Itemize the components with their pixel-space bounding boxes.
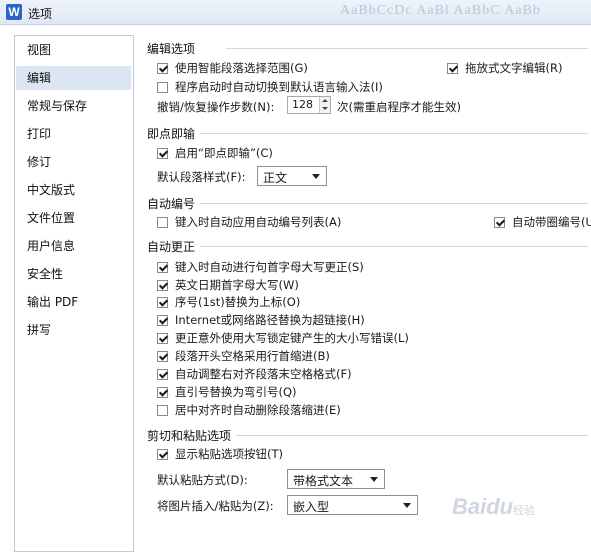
group-title-autocorrect: 自动更正 xyxy=(147,240,196,254)
option-label: 自动调整右对齐段落末空格格式(F) xyxy=(175,367,352,381)
smart-selection-checkbox[interactable]: 使用智能段落选择范围(G) xyxy=(157,60,308,76)
show-paste-button-checkbox[interactable]: 显示粘贴选项按钮(T) xyxy=(157,446,283,462)
watermark-sub: 经验 xyxy=(513,505,536,517)
default-paste-label: 默认粘贴方式(D): xyxy=(157,473,248,487)
group-divider xyxy=(236,435,588,436)
sidebar-item-user-info[interactable]: 用户信息 xyxy=(16,234,131,258)
sidebar-item-general-save[interactable]: 常规与保存 xyxy=(16,94,131,118)
enable-click-type-checkbox[interactable]: 启用“即点即输”(C) xyxy=(157,145,273,161)
spin-down-icon[interactable] xyxy=(322,107,328,110)
group-divider xyxy=(226,48,588,49)
option-label: Internet或网络路径替换为超链接(H) xyxy=(175,313,365,327)
baidu-watermark: Baidu经验 xyxy=(452,494,535,520)
checkbox-checked xyxy=(157,262,168,273)
group-title-paste: 剪切和粘贴选项 xyxy=(147,429,232,443)
option-label: 直引号替换为弯引号(Q) xyxy=(175,385,297,399)
select-value: 正文 xyxy=(263,171,288,185)
sidebar-item-file-locations[interactable]: 文件位置 xyxy=(16,206,131,230)
group-title-editing: 编辑选项 xyxy=(147,42,196,56)
undo-steps-label: 撤销/恢复操作步数(N): xyxy=(157,100,275,114)
sidebar-item-print[interactable]: 打印 xyxy=(16,122,131,146)
sidebar-item-spelling[interactable]: 拼写 xyxy=(16,318,131,342)
default-paste-select[interactable]: 带格式文本 xyxy=(287,469,385,489)
group-title-click-type: 即点即输 xyxy=(147,127,196,141)
circled-numbering-checkbox[interactable]: 自动带圈编号(U) xyxy=(494,214,591,230)
undo-steps-note: 次(需重启程序才能生效) xyxy=(337,100,461,114)
sidebar-item-security[interactable]: 安全性 xyxy=(16,262,131,286)
window-title: 选项 xyxy=(28,7,53,21)
capitalize-dates-checkbox[interactable]: 英文日期首字母大写(W) xyxy=(157,277,299,293)
option-label: 更正意外使用大写锁定键产生的大小写错误(L) xyxy=(175,331,409,345)
checkbox-checked xyxy=(157,280,168,291)
checkbox-checked xyxy=(157,333,168,344)
right-align-space-checkbox[interactable]: 自动调整右对齐段落末空格格式(F) xyxy=(157,366,352,382)
options-category-list: 视图 编辑 常规与保存 打印 修订 中文版式 文件位置 用户信息 安全性 输出 … xyxy=(14,35,134,552)
spin-up-icon[interactable] xyxy=(322,99,328,102)
option-label: 启用“即点即输”(C) xyxy=(175,146,273,160)
sidebar-item-chinese-layout[interactable]: 中文版式 xyxy=(16,178,131,202)
image-insert-select[interactable]: 嵌入型 xyxy=(287,495,418,515)
group-divider xyxy=(200,133,588,134)
drag-drop-edit-checkbox[interactable]: 拖放式文字编辑(R) xyxy=(447,60,562,76)
title-bar: W 选项 AaBbCcDc AaBl AaBbC AaBb xyxy=(0,0,591,25)
sidebar-item-edit[interactable]: 编辑 xyxy=(16,66,131,90)
group-divider xyxy=(200,203,588,204)
checkbox-unchecked xyxy=(157,82,168,93)
checkbox-checked xyxy=(157,148,168,159)
checkbox-checked xyxy=(157,387,168,398)
option-label: 拖放式文字编辑(R) xyxy=(465,61,563,75)
default-paragraph-style-label: 默认段落样式(F): xyxy=(157,170,246,184)
option-label: 键入时自动进行句首字母大写更正(S) xyxy=(175,260,364,274)
undo-steps-spinner[interactable]: 128 xyxy=(287,96,331,114)
option-label: 显示粘贴选项按钮(T) xyxy=(175,447,283,461)
hyperlink-replace-checkbox[interactable]: Internet或网络路径替换为超链接(H) xyxy=(157,312,365,328)
group-title-numbering: 自动编号 xyxy=(147,197,196,211)
center-remove-indent-checkbox[interactable]: 居中对齐时自动删除段落缩进(E) xyxy=(157,402,341,418)
option-label: 英文日期首字母大写(W) xyxy=(175,278,299,292)
option-label: 居中对齐时自动删除段落缩进(E) xyxy=(175,403,341,417)
checkbox-checked xyxy=(157,369,168,380)
smart-quotes-checkbox[interactable]: 直引号替换为弯引号(Q) xyxy=(157,384,297,400)
option-label: 键入时自动应用自动编号列表(A) xyxy=(175,215,342,229)
select-value: 嵌入型 xyxy=(293,500,330,514)
checkbox-unchecked xyxy=(157,217,168,228)
select-value: 带格式文本 xyxy=(293,474,354,488)
background-ribbon-preview: AaBbCcDc AaBl AaBbC AaBb xyxy=(340,3,541,18)
checkbox-checked xyxy=(157,449,168,460)
image-insert-label: 将图片插入/粘贴为(Z): xyxy=(157,499,274,513)
default-paragraph-style-select[interactable]: 正文 xyxy=(257,166,327,186)
dropdown-arrow-icon xyxy=(403,503,411,508)
ordinal-superscript-checkbox[interactable]: 序号(1st)替换为上标(O) xyxy=(157,294,300,310)
auto-ime-switch-checkbox[interactable]: 程序启动时自动切换到默认语言输入法(I) xyxy=(157,79,383,95)
option-label: 自动带圈编号(U) xyxy=(512,215,591,229)
wps-writer-icon: W xyxy=(6,4,22,20)
option-label: 使用智能段落选择范围(G) xyxy=(175,61,308,75)
group-divider xyxy=(200,246,588,247)
checkbox-checked xyxy=(494,217,505,228)
checkbox-checked xyxy=(157,297,168,308)
option-label: 程序启动时自动切换到默认语言输入法(I) xyxy=(175,80,383,94)
spinner-buttons[interactable] xyxy=(319,97,330,113)
checkbox-checked xyxy=(157,315,168,326)
dropdown-arrow-icon xyxy=(312,174,320,179)
auto-list-checkbox[interactable]: 键入时自动应用自动编号列表(A) xyxy=(157,214,341,230)
checkbox-checked xyxy=(157,351,168,362)
option-label: 段落开头空格采用行首缩进(B) xyxy=(175,349,330,363)
undo-steps-value: 128 xyxy=(292,98,313,111)
caps-lock-fix-checkbox[interactable]: 更正意外使用大写锁定键产生的大小写错误(L) xyxy=(157,330,409,346)
watermark-text: Baidu xyxy=(452,494,514,519)
sidebar-item-view[interactable]: 视图 xyxy=(16,38,131,62)
sidebar-item-pdf-output[interactable]: 输出 PDF xyxy=(16,290,131,314)
sidebar-item-revisions[interactable]: 修订 xyxy=(16,150,131,174)
capitalize-sentence-checkbox[interactable]: 键入时自动进行句首字母大写更正(S) xyxy=(157,259,364,275)
checkbox-checked xyxy=(157,63,168,74)
checkbox-unchecked xyxy=(157,405,168,416)
checkbox-checked xyxy=(447,63,458,74)
option-label: 序号(1st)替换为上标(O) xyxy=(175,295,301,309)
leading-space-indent-checkbox[interactable]: 段落开头空格采用行首缩进(B) xyxy=(157,348,330,364)
dropdown-arrow-icon xyxy=(370,477,378,482)
